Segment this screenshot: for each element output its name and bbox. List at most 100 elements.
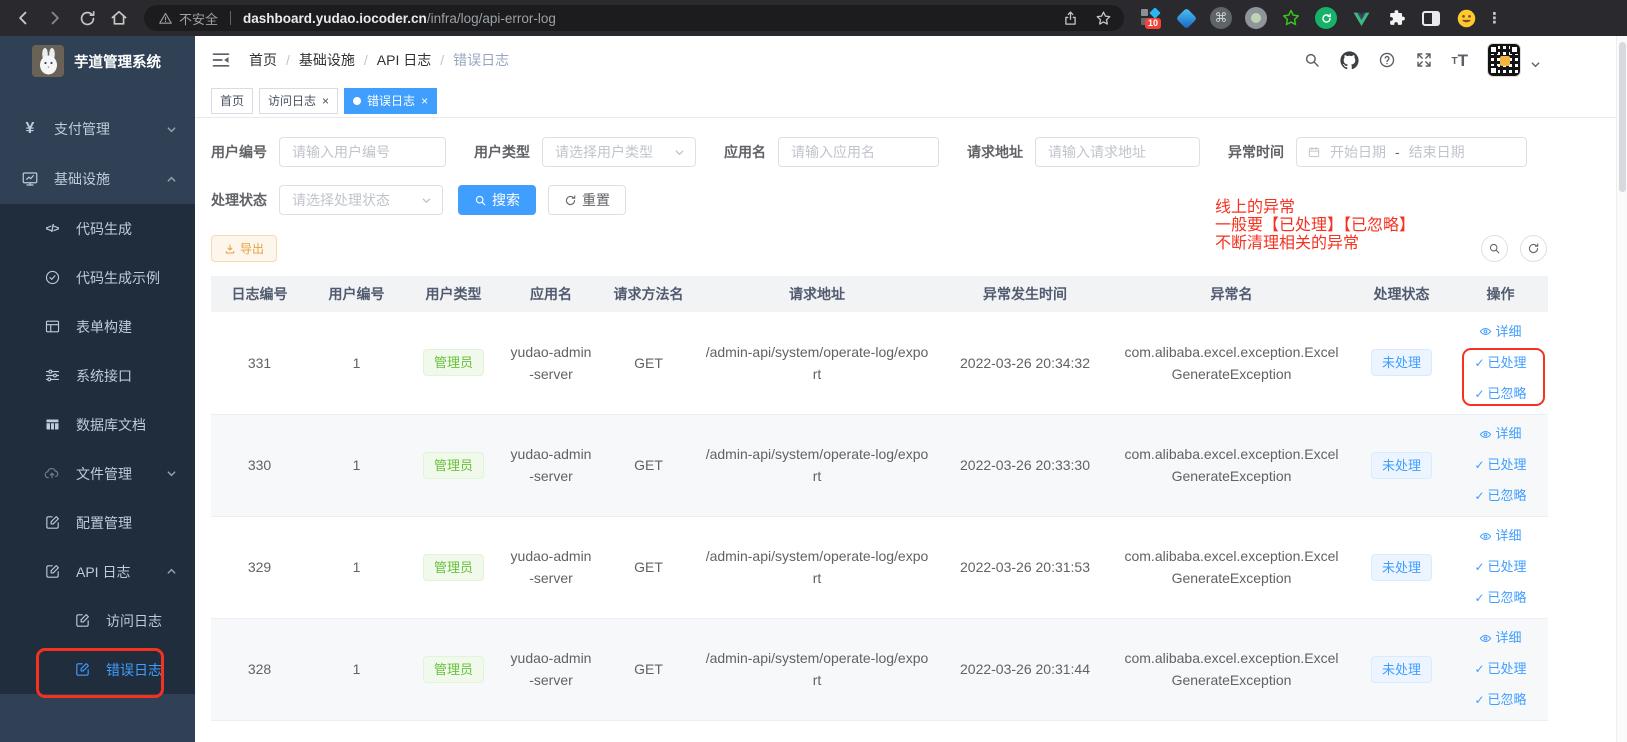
mark-ignored-link[interactable]: ✓已忽略: [1474, 485, 1526, 507]
avatar-caret-icon[interactable]: [1530, 59, 1541, 70]
app-logo[interactable]: 芋道管理系统: [0, 36, 195, 86]
mark-ignored-link[interactable]: ✓已忽略: [1474, 587, 1526, 609]
extensions-puzzle-icon[interactable]: [1385, 7, 1407, 29]
help-icon[interactable]: [1378, 51, 1396, 69]
cell-method: GET: [600, 516, 697, 618]
sidebar-item-label: 代码生成: [76, 219, 132, 239]
browser-home-icon[interactable]: [106, 5, 132, 31]
tab-label: 首页: [220, 92, 244, 109]
annotation-line: 线上的异常: [1215, 199, 1415, 217]
extension-refresh-icon[interactable]: [1315, 7, 1337, 29]
cell-user-id: 1: [308, 516, 405, 618]
breadcrumb-api-log[interactable]: API 日志: [377, 50, 431, 70]
chevron-down-icon: [166, 468, 177, 479]
address-bar[interactable]: 不安全 dashboard.yudao.iocoder.cn /infra/lo…: [144, 5, 1124, 31]
detail-link[interactable]: 详细: [1479, 423, 1521, 445]
tab-error-log[interactable]: 错误日志 ×: [344, 88, 437, 114]
end-date-placeholder: 结束日期: [1409, 142, 1465, 162]
extension-vue-icon[interactable]: [1350, 7, 1372, 29]
scrollbar-thumb[interactable]: [1619, 42, 1626, 192]
col-method: 请求方法名: [600, 276, 697, 312]
sidebar-item-file-management[interactable]: 文件管理: [0, 449, 195, 498]
mark-processed-link[interactable]: ✓已处理: [1474, 658, 1526, 680]
sidebar-item-system-api[interactable]: 系统接口: [0, 351, 195, 400]
refresh-table-button[interactable]: [1520, 235, 1547, 262]
sidebar-item-access-log[interactable]: 访问日志: [0, 596, 195, 645]
extension-kite-icon[interactable]: [1175, 7, 1197, 29]
sidebar-collapse-icon[interactable]: [211, 50, 231, 70]
detail-link[interactable]: 详细: [1479, 627, 1521, 649]
breadcrumb-infrastructure[interactable]: 基础设施: [299, 50, 355, 70]
annotation-line: 不断清理相关的异常: [1215, 235, 1415, 253]
sidebar-item-code-demo[interactable]: 代码生成示例: [0, 253, 195, 302]
extension-command-icon[interactable]: ⌘: [1210, 7, 1232, 29]
extension-dot-icon[interactable]: [1245, 7, 1267, 29]
col-user-type: 用户类型: [405, 276, 502, 312]
eye-icon: [1479, 325, 1492, 338]
mark-processed-link[interactable]: ✓已处理: [1474, 556, 1526, 578]
code-icon: </>: [42, 223, 62, 235]
user-type-select[interactable]: 请选择用户类型: [542, 137, 696, 167]
mark-processed-link[interactable]: ✓已处理: [1474, 454, 1526, 476]
cell-user-id: 1: [308, 618, 405, 720]
browser-back-icon[interactable]: [10, 5, 36, 31]
check-icon: ✓: [1474, 587, 1484, 609]
cell-status: 未处理: [1350, 516, 1453, 618]
avatar[interactable]: [1487, 43, 1521, 77]
sidebar-item-payment[interactable]: ¥ 支付管理: [0, 104, 195, 154]
extension-grid-icon[interactable]: 10: [1140, 7, 1162, 29]
sidebar-item-code-generation[interactable]: </> 代码生成: [0, 204, 195, 253]
font-size-icon[interactable]: TT: [1452, 52, 1469, 69]
sidebar-item-error-log[interactable]: 错误日志: [0, 645, 195, 694]
bookmark-star-icon[interactable]: [1095, 10, 1112, 27]
tags-view: 首页 访问日志 × 错误日志 ×: [195, 84, 1627, 118]
breadcrumb-home[interactable]: 首页: [249, 50, 277, 70]
emoji-extension-icon[interactable]: [1455, 7, 1477, 29]
close-icon[interactable]: ×: [421, 95, 428, 107]
exception-time-range-picker[interactable]: 开始日期 - 结束日期: [1296, 137, 1527, 167]
sidebar-item-label: 支付管理: [54, 119, 110, 139]
form-grid-icon: [42, 318, 62, 335]
tab-access-log[interactable]: 访问日志 ×: [259, 88, 338, 114]
extension-star-icon[interactable]: [1280, 7, 1302, 29]
cell-exception: com.alibaba.excel.exception.ExcelGenerat…: [1113, 516, 1350, 618]
sidebar-item-infrastructure[interactable]: 基础设施: [0, 154, 195, 204]
cell-url: /admin-api/system/operate-log/export: [697, 312, 937, 414]
process-status-select[interactable]: 请选择处理状态: [279, 185, 443, 215]
user-id-input[interactable]: [279, 137, 446, 167]
reset-button[interactable]: 重置: [548, 185, 626, 215]
refresh-icon: [1527, 242, 1540, 255]
detail-link[interactable]: 详细: [1479, 525, 1521, 547]
browser-menu-icon[interactable]: ⋮: [1487, 9, 1502, 27]
sidebar-item-form-builder[interactable]: 表单构建: [0, 302, 195, 351]
detail-link[interactable]: 详细: [1479, 321, 1521, 343]
mark-ignored-link[interactable]: ✓已忽略: [1474, 689, 1526, 711]
app-name-input[interactable]: [778, 137, 939, 167]
request-url-input[interactable]: [1035, 137, 1200, 167]
sliders-icon: [42, 367, 62, 384]
header-search-icon[interactable]: [1303, 51, 1321, 69]
search-button[interactable]: 搜索: [458, 185, 536, 215]
mark-processed-link[interactable]: ✓已处理: [1474, 352, 1526, 374]
mark-ignored-link[interactable]: ✓已忽略: [1474, 383, 1526, 405]
sidebar-item-config-management[interactable]: 配置管理: [0, 498, 195, 547]
share-icon[interactable]: [1062, 10, 1079, 27]
sidebar-item-db-doc[interactable]: 数据库文档: [0, 400, 195, 449]
close-icon[interactable]: ×: [322, 95, 329, 107]
github-icon[interactable]: [1340, 51, 1359, 70]
sidebar-panel-icon[interactable]: [1420, 7, 1442, 29]
page-scrollbar[interactable]: [1616, 36, 1627, 742]
tab-home[interactable]: 首页: [211, 88, 253, 114]
cell-user-type: 管理员: [405, 618, 502, 720]
sidebar-item-api-log[interactable]: API 日志: [0, 547, 195, 596]
browser-reload-icon[interactable]: [74, 5, 100, 31]
cloud-upload-icon: [42, 465, 62, 483]
breadcrumb: 首页 / 基础设施 / API 日志 / 错误日志: [249, 50, 509, 70]
browser-forward-icon[interactable]: [42, 5, 68, 31]
url-host: dashboard.yudao.iocoder.cn: [243, 11, 427, 26]
toggle-search-button[interactable]: [1481, 235, 1508, 262]
col-log-id: 日志编号: [211, 276, 308, 312]
cell-method: GET: [600, 618, 697, 720]
export-button[interactable]: 导出: [211, 235, 277, 262]
fullscreen-icon[interactable]: [1415, 51, 1433, 69]
